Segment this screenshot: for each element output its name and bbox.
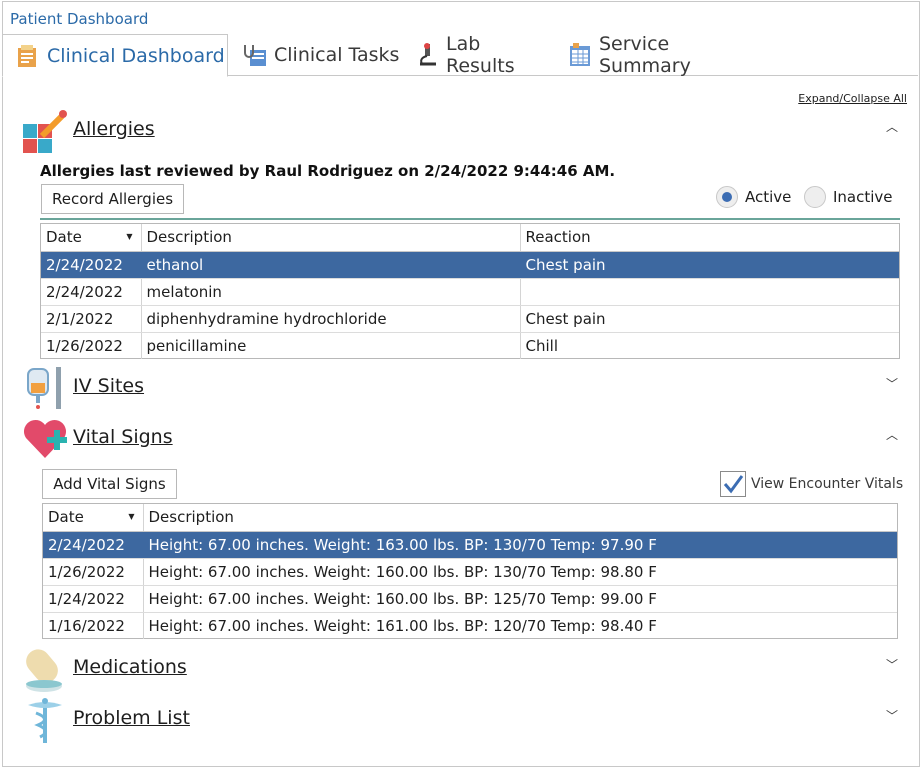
allergies-divider bbox=[40, 218, 900, 220]
chevron-up-icon[interactable]: ︿ bbox=[886, 426, 898, 443]
tab-label: Clinical Dashboard bbox=[47, 44, 225, 67]
table-header-row: Date ▼ Description bbox=[43, 504, 897, 532]
caduceus-icon bbox=[22, 697, 68, 743]
inactive-radio-label: Inactive bbox=[833, 188, 893, 206]
cell-description: penicillamine bbox=[141, 332, 521, 359]
spreadsheet-icon bbox=[567, 42, 593, 68]
tab-clinical-tasks[interactable]: Clinical Tasks bbox=[230, 34, 400, 76]
expand-collapse-all-link[interactable]: Expand/Collapse All bbox=[798, 92, 907, 105]
problem-list-section-header: Problem List ﹀ bbox=[22, 697, 906, 743]
allergies-title[interactable]: Allergies bbox=[73, 118, 155, 140]
iv-bag-icon bbox=[22, 365, 68, 411]
cell-description: Height: 67.00 inches. Weight: 160.00 lbs… bbox=[143, 585, 897, 613]
tab-label: Lab Results bbox=[446, 33, 515, 77]
allergies-table: Date ▼ Description Reaction 2/24/2022 eth… bbox=[40, 223, 900, 359]
table-row[interactable]: 1/26/2022 Height: 67.00 inches. Weight: … bbox=[43, 558, 897, 586]
tab-clinical-dashboard[interactable]: Clinical Dashboard bbox=[2, 34, 228, 77]
vital-signs-title[interactable]: Vital Signs bbox=[73, 426, 173, 448]
table-header-row: Date ▼ Description Reaction bbox=[41, 224, 899, 252]
tab-bar: Clinical Dashboard Clinical Tasks Lab Re… bbox=[2, 33, 918, 77]
add-vital-signs-button[interactable]: Add Vital Signs bbox=[42, 469, 177, 499]
cell-date: 2/24/2022 bbox=[41, 278, 142, 306]
table-row[interactable]: 2/24/2022 Height: 67.00 inches. Weight: … bbox=[43, 531, 897, 559]
table-row[interactable]: 1/16/2022 Height: 67.00 inches. Weight: … bbox=[43, 612, 897, 639]
tab-service-summary[interactable]: Service Summary bbox=[555, 33, 765, 77]
checkbox-checked-icon bbox=[720, 471, 746, 497]
chevron-up-icon[interactable]: ︿ bbox=[886, 118, 898, 135]
cell-date: 2/1/2022 bbox=[41, 305, 142, 333]
allergies-section-header: Allergies ︿ bbox=[22, 108, 906, 154]
column-header-description[interactable]: Description bbox=[141, 224, 521, 252]
chevron-down-icon[interactable]: ﹀ bbox=[886, 375, 898, 392]
table-row[interactable]: 1/24/2022 Height: 67.00 inches. Weight: … bbox=[43, 585, 897, 613]
table-row[interactable]: 2/24/2022 melatonin bbox=[41, 278, 899, 306]
microscope-icon bbox=[414, 42, 440, 68]
medications-section-header: Medications ﹀ bbox=[22, 646, 906, 692]
window-title: Patient Dashboard bbox=[10, 10, 149, 28]
sort-down-icon: ▼ bbox=[126, 232, 133, 241]
cell-reaction: Chest pain bbox=[520, 251, 899, 279]
heart-plus-icon bbox=[22, 416, 68, 462]
tab-label: Clinical Tasks bbox=[274, 44, 400, 66]
cell-description: diphenhydramine hydrochloride bbox=[141, 305, 521, 333]
vital-signs-section-header: Vital Signs ︿ bbox=[22, 416, 906, 462]
cell-reaction bbox=[520, 278, 899, 306]
record-allergies-button[interactable]: Record Allergies bbox=[41, 184, 184, 214]
column-header-date[interactable]: Date ▼ bbox=[41, 224, 142, 252]
tab-lab-results[interactable]: Lab Results bbox=[402, 33, 552, 77]
cell-description: ethanol bbox=[141, 251, 521, 279]
clipboard-icon bbox=[15, 43, 41, 69]
cell-date: 1/26/2022 bbox=[41, 332, 142, 359]
tab-label: Service Summary bbox=[599, 33, 691, 77]
view-encounter-vitals-checkbox[interactable]: View Encounter Vitals bbox=[720, 471, 903, 497]
stethoscope-icon bbox=[242, 42, 268, 68]
view-encounter-vitals-label: View Encounter Vitals bbox=[751, 476, 904, 492]
problem-list-title[interactable]: Problem List bbox=[73, 707, 190, 729]
active-radio[interactable]: Active bbox=[716, 186, 791, 208]
cell-date: 1/16/2022 bbox=[43, 612, 144, 639]
table-row[interactable]: 2/24/2022 ethanol Chest pain bbox=[41, 251, 899, 279]
iv-sites-section-header: IV Sites ﹀ bbox=[22, 365, 906, 411]
column-header-reaction[interactable]: Reaction bbox=[520, 224, 899, 252]
pill-icon bbox=[22, 646, 68, 692]
medications-title[interactable]: Medications bbox=[73, 656, 187, 678]
vital-signs-table: Date ▼ Description 2/24/2022 Height: 67.0… bbox=[42, 503, 898, 639]
sort-down-icon: ▼ bbox=[128, 512, 135, 521]
active-radio-label: Active bbox=[745, 188, 792, 206]
cell-date: 2/24/2022 bbox=[43, 531, 144, 559]
cell-date: 2/24/2022 bbox=[41, 251, 142, 279]
column-header-description[interactable]: Description bbox=[143, 504, 897, 532]
radio-unselected-indicator bbox=[804, 186, 826, 208]
chevron-down-icon[interactable]: ﹀ bbox=[886, 707, 898, 724]
allergies-icon bbox=[22, 108, 68, 154]
inactive-radio[interactable]: Inactive bbox=[804, 186, 893, 208]
cell-description: melatonin bbox=[141, 278, 521, 306]
iv-sites-title[interactable]: IV Sites bbox=[73, 375, 144, 397]
cell-description: Height: 67.00 inches. Weight: 160.00 lbs… bbox=[143, 558, 897, 586]
cell-date: 1/24/2022 bbox=[43, 585, 144, 613]
table-row[interactable]: 1/26/2022 penicillamine Chill bbox=[41, 332, 899, 359]
allergies-review-note: Allergies last reviewed by Raul Rodrigue… bbox=[40, 162, 616, 180]
radio-selected-indicator bbox=[716, 186, 738, 208]
cell-description: Height: 67.00 inches. Weight: 161.00 lbs… bbox=[148, 616, 657, 635]
cell-description: Height: 67.00 inches. Weight: 163.00 lbs… bbox=[143, 531, 897, 559]
cell-reaction: Chill bbox=[525, 336, 558, 355]
chevron-down-icon[interactable]: ﹀ bbox=[886, 656, 898, 673]
table-row[interactable]: 2/1/2022 diphenhydramine hydrochloride C… bbox=[41, 305, 899, 333]
column-header-date[interactable]: Date ▼ bbox=[43, 504, 144, 532]
cell-date: 1/26/2022 bbox=[43, 558, 144, 586]
cell-reaction: Chest pain bbox=[520, 305, 899, 333]
